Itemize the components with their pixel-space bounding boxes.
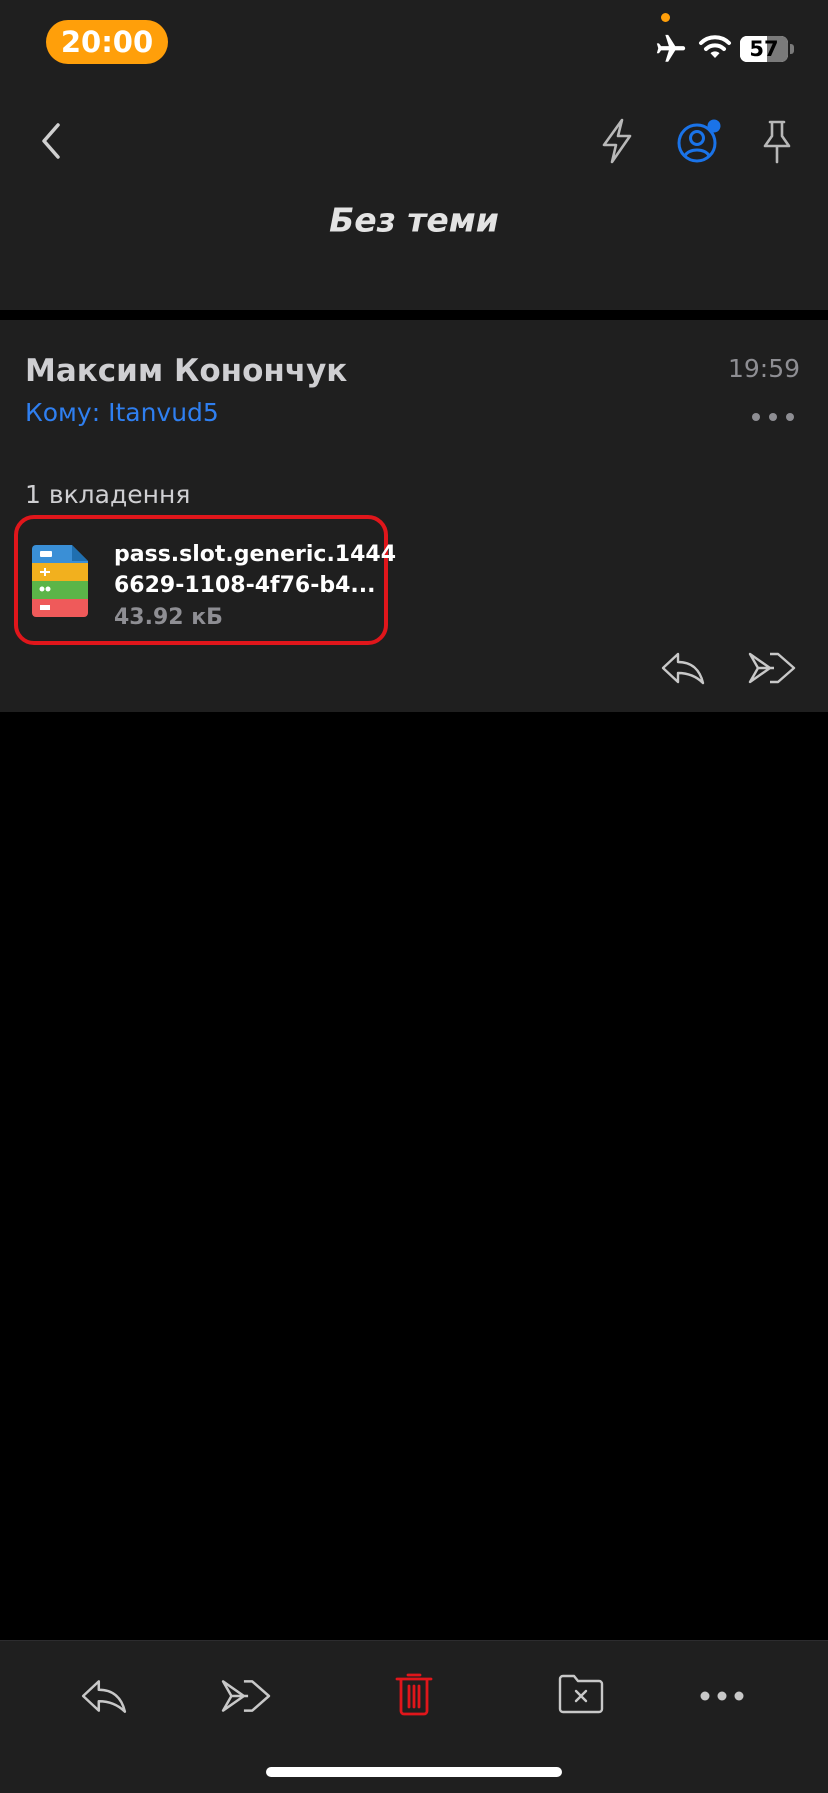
battery-icon: 57 [740,36,788,62]
dot [769,413,777,421]
notification-badge [707,119,721,133]
attachments-count: 1 вкладення [25,480,191,509]
recipient-line[interactable]: Кому: Itanvud5 [25,398,219,427]
archive-folder-icon [558,1674,604,1714]
message-card: Максим Конончук Кому: Itanvud5 19:59 1 в… [0,320,828,712]
home-indicator[interactable] [266,1767,562,1777]
forward-button[interactable] [218,1671,274,1721]
privacy-indicator [661,13,670,22]
reply-button[interactable] [76,1671,132,1721]
trash-icon [395,1673,433,1716]
attachment-item[interactable]: pass.slot.generic.1444 6629-1108-4f76-b4… [14,515,396,645]
airplane-icon [656,34,686,62]
more-icon [700,1691,744,1701]
status-time: 20:00 [46,20,168,64]
battery-tip [790,44,794,54]
chevron-left-icon [42,123,60,159]
dot [786,413,794,421]
pin-icon [763,120,791,164]
back-button[interactable] [26,114,76,168]
quick-actions-button[interactable] [590,112,644,170]
more-button[interactable] [694,1671,750,1721]
account-icon [677,119,721,163]
header: 20:00 57 Без теми [0,0,828,310]
dot [752,413,760,421]
lightning-icon [602,118,632,164]
status-bar: 20:00 57 [0,0,828,80]
attachment-size: 43.92 кБ [114,605,223,630]
reply-icon[interactable] [660,650,706,686]
forward-icon[interactable] [748,650,796,686]
account-button[interactable] [668,112,726,170]
forward-icon [221,1680,271,1712]
archive-button[interactable] [553,1667,609,1721]
delete-button[interactable] [386,1665,442,1721]
message-more-button[interactable] [752,410,794,424]
email-subject: Без теми [329,200,499,240]
wallet-pass-file-icon [32,545,88,617]
message-time: 19:59 [727,354,800,383]
sender-name[interactable]: Максим Конончук [25,353,347,389]
pin-button[interactable] [750,112,804,170]
battery-percent: 57 [749,37,779,61]
wifi-icon [699,35,731,58]
attachment-filename: pass.slot.generic.1444 6629-1108-4f76-b4… [114,542,397,598]
reply-icon [81,1680,127,1713]
